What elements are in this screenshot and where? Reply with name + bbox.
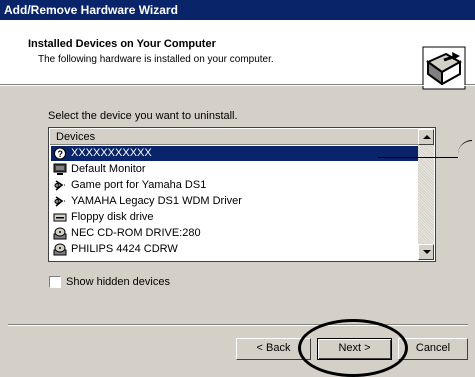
window-title: Add/Remove Hardware Wizard — [4, 3, 178, 17]
vertical-scrollbar[interactable] — [418, 129, 434, 260]
list-item[interactable]: PHILIPS 4424 CDRW — [51, 242, 419, 257]
header-subtitle: The following hardware is installed on y… — [38, 54, 274, 65]
header-title: Installed Devices on Your Computer — [28, 38, 216, 50]
callout-line — [378, 157, 458, 158]
instruction-text: Select the device you want to uninstall. — [48, 110, 238, 122]
floppy-drive-icon — [53, 213, 67, 222]
list-item[interactable]: NEC CD-ROM DRIVE:280 — [51, 226, 419, 241]
joystick-icon — [54, 180, 66, 191]
device-list[interactable]: Devices ? XXXXXXXXXXX Default Monitor Ga… — [48, 127, 436, 262]
title-bar: Add/Remove Hardware Wizard — [0, 0, 475, 20]
list-item-label: Default Monitor — [71, 163, 146, 175]
highlight-circle — [298, 319, 408, 377]
list-item[interactable]: ? XXXXXXXXXXX — [51, 146, 419, 161]
cancel-button[interactable]: Cancel — [398, 338, 468, 360]
cdrom-icon — [53, 227, 67, 240]
list-item-label: Floppy disk drive — [71, 211, 154, 223]
scroll-down-button[interactable] — [418, 244, 434, 260]
footer-separator — [8, 324, 468, 326]
callout-hook — [458, 140, 472, 158]
list-item[interactable]: Default Monitor — [51, 162, 419, 177]
list-item-label: YAMAHA Legacy DS1 WDM Driver — [71, 195, 242, 207]
joystick-icon — [54, 196, 66, 207]
arrow-down-icon — [423, 250, 431, 254]
list-item[interactable]: Game port for Yamaha DS1 — [51, 178, 419, 193]
wizard-header: Installed Devices on Your Computer The f… — [0, 20, 475, 90]
column-header-devices[interactable]: Devices — [50, 129, 418, 145]
show-hidden-devices-label[interactable]: Show hidden devices — [66, 276, 170, 288]
show-hidden-devices-checkbox[interactable] — [49, 276, 61, 288]
svg-text:?: ? — [58, 149, 64, 159]
question-device-icon: ? — [54, 147, 66, 160]
header-separator — [0, 85, 475, 86]
list-item-label: XXXXXXXXXXX — [71, 147, 152, 159]
list-item-label: NEC CD-ROM DRIVE:280 — [71, 227, 201, 239]
arrow-up-icon — [423, 135, 431, 139]
monitor-icon — [53, 163, 67, 175]
hardware-wizard-icon — [422, 46, 466, 90]
cdrom-icon — [53, 243, 67, 256]
list-item-label: PHILIPS 4424 CDRW — [71, 243, 178, 255]
list-item-label: Game port for Yamaha DS1 — [71, 179, 207, 191]
list-item[interactable]: Floppy disk drive — [51, 210, 419, 225]
column-header-label: Devices — [56, 131, 96, 143]
scroll-up-button[interactable] — [418, 129, 434, 145]
list-item[interactable]: YAMAHA Legacy DS1 WDM Driver — [51, 194, 419, 209]
